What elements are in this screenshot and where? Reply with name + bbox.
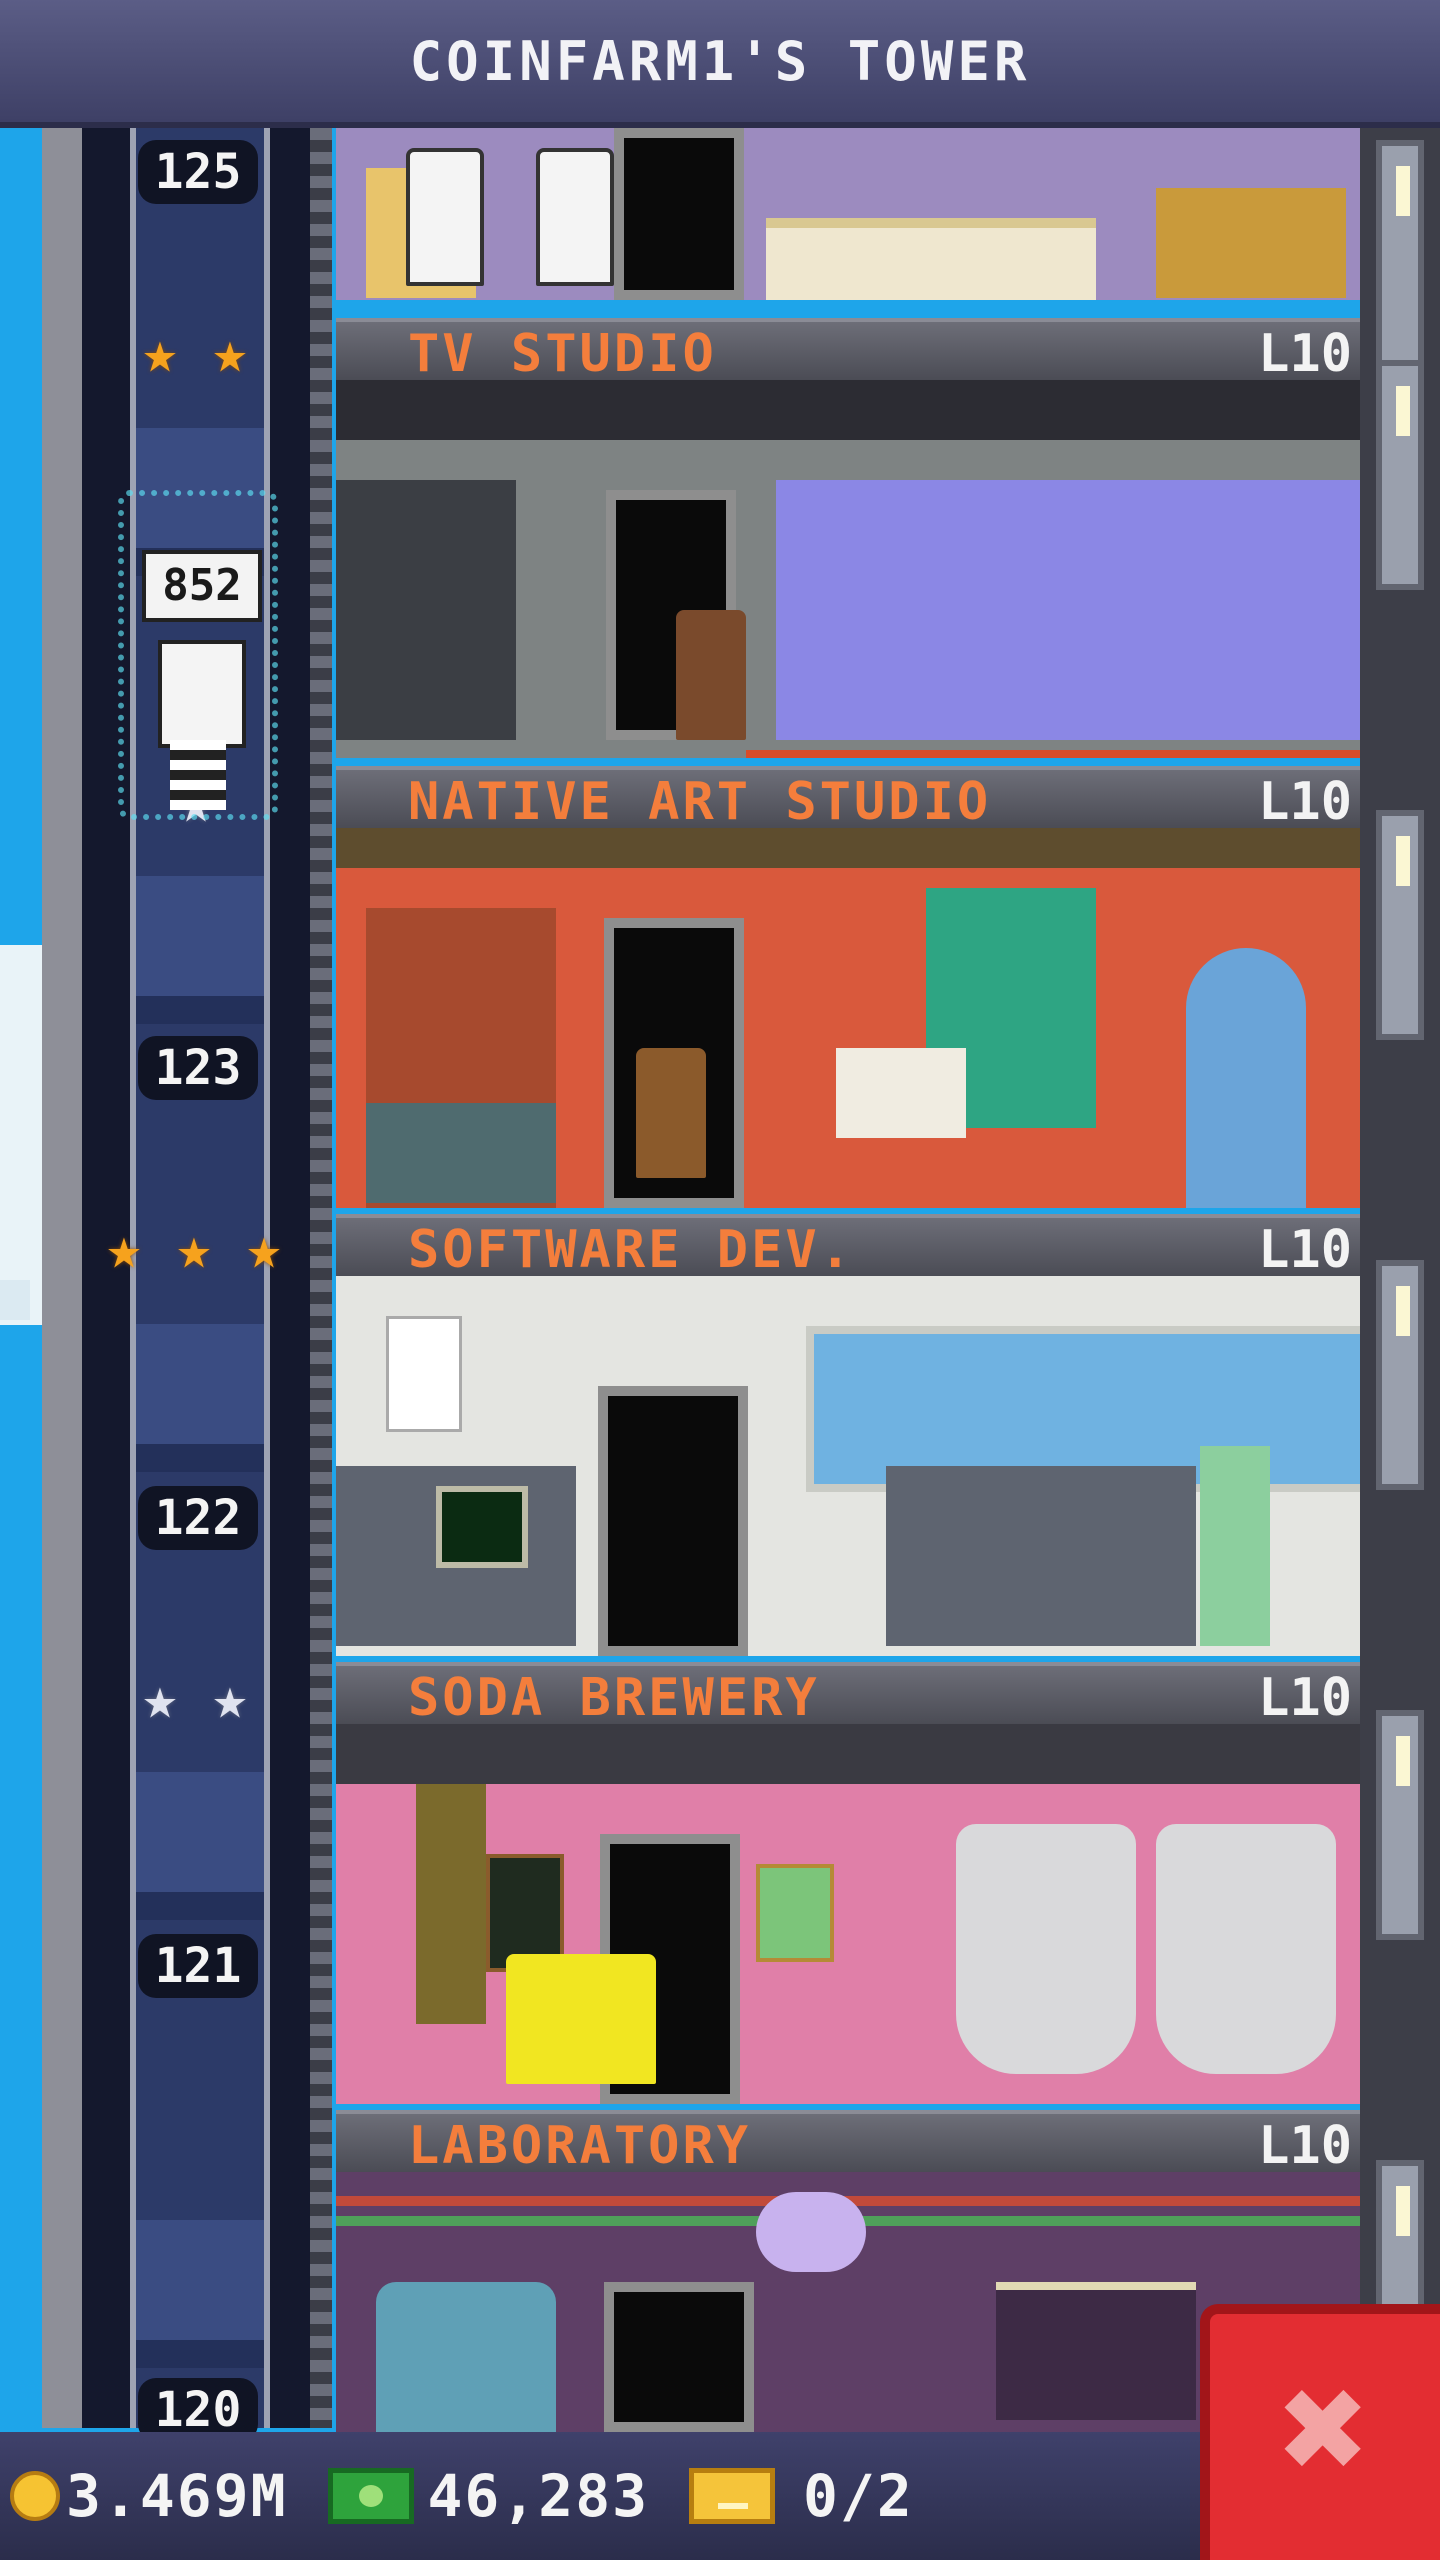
room-label-bar[interactable]: SODA BREWERY L10	[336, 1662, 1360, 1728]
filing-cabinet	[1200, 1446, 1270, 1646]
lab-drill	[756, 2192, 866, 2272]
floor-number: 122	[138, 1486, 258, 1550]
room-label-bar[interactable]: NATIVE ART STUDIO L10	[336, 766, 1360, 832]
elevator-door	[604, 2282, 754, 2432]
studio-set	[776, 480, 1360, 740]
sky-cloud-edge	[0, 1280, 30, 1320]
bitizen-chef[interactable]	[406, 148, 484, 286]
vip-ticket-icon	[689, 2468, 776, 2524]
tower-window	[1376, 1710, 1424, 1940]
floor-number: 121	[138, 1934, 258, 1998]
ceiling-lamps	[336, 1724, 1360, 1784]
sky-cloud	[0, 945, 42, 1325]
tower-window	[1376, 360, 1424, 590]
support-beam	[416, 1784, 486, 2024]
elevator-bitizen-body	[170, 740, 226, 810]
machine	[1156, 188, 1346, 298]
elevator-cable	[310, 128, 332, 2428]
elevator-door	[614, 128, 744, 300]
star-icon: ★	[212, 318, 248, 386]
calendar	[386, 1316, 462, 1432]
monitor	[436, 1486, 528, 1568]
elevator-door	[598, 1386, 748, 1656]
elevator-passenger-count: 852	[142, 550, 262, 622]
coin-icon	[10, 2471, 60, 2521]
bitizen[interactable]	[676, 610, 746, 740]
room-name: SOFTWARE DEV.	[408, 1220, 854, 1280]
bitizen-chef[interactable]	[536, 148, 614, 286]
stage-floor	[746, 750, 1360, 758]
lab-machine	[376, 2282, 556, 2432]
canvas	[836, 1048, 966, 1138]
tower-title-bar: COINFARM1'S TOWER	[0, 0, 1440, 128]
computer-desk	[886, 1466, 1196, 1646]
floor-rating: ★ ★	[130, 1668, 260, 1728]
poster	[756, 1864, 834, 1962]
floor-number: 123	[138, 1036, 258, 1100]
room-name: LABORATORY	[408, 2116, 752, 2176]
bux-value: 46,283	[427, 2462, 650, 2530]
brew-tank	[956, 1824, 1136, 2074]
room-label-bar[interactable]: TV STUDIO L10	[336, 318, 1360, 384]
star-icon: ★	[142, 318, 178, 386]
tower-window	[1376, 810, 1424, 1040]
room-tv-studio[interactable]	[336, 380, 1360, 758]
brew-tank	[1156, 1824, 1336, 2074]
drawer	[366, 1103, 556, 1203]
room-soda-brewery[interactable]	[336, 1724, 1360, 2104]
ceiling-beam	[336, 828, 1360, 868]
star-icon: ★	[142, 1664, 178, 1732]
coins-value: 3.469M	[66, 2462, 288, 2530]
room-level: L10	[1258, 772, 1352, 832]
elevator-bitizen	[158, 640, 246, 748]
floor-rating: ★ ★	[130, 322, 260, 382]
floor-number: 125	[138, 140, 258, 204]
elevator-car[interactable]: 852	[118, 490, 278, 820]
statue-alcove	[1186, 948, 1306, 1208]
room-name: NATIVE ART STUDIO	[408, 772, 992, 832]
bitizen-hazmat[interactable]	[506, 1954, 656, 2084]
lab-shelf	[996, 2282, 1196, 2420]
room-level: L10	[1258, 1668, 1352, 1728]
room-level: L10	[1258, 2116, 1352, 2176]
bux-counter[interactable]: 46,283	[327, 2462, 650, 2530]
floor-rating: ★ ★ ★	[94, 1218, 294, 1278]
tickets-value: 0/2	[803, 2462, 914, 2530]
tower-window	[1376, 140, 1424, 370]
room-name: TV STUDIO	[408, 324, 717, 384]
control-desk	[336, 480, 516, 740]
bux-icon	[327, 2468, 414, 2524]
coins-counter[interactable]: 3.469M	[10, 2462, 288, 2530]
room-native-art-studio[interactable]	[336, 828, 1360, 1208]
counter	[766, 218, 1096, 300]
room-name: SODA BREWERY	[408, 1668, 820, 1728]
room-label-bar[interactable]: LABORATORY L10	[336, 2110, 1360, 2176]
room-label-bar[interactable]: SOFTWARE DEV. L10	[336, 1214, 1360, 1280]
star-icon: ★	[176, 1214, 212, 1282]
lighting-rig	[336, 380, 1360, 440]
star-icon: ★	[212, 1664, 248, 1732]
star-icon: ★	[246, 1214, 282, 1282]
vip-ticket-counter[interactable]: 0/2	[689, 2462, 914, 2530]
room-level: L10	[1258, 1220, 1352, 1280]
bitizen[interactable]	[636, 1048, 706, 1178]
star-icon: ★	[106, 1214, 142, 1282]
close-button[interactable]: ✖	[1200, 2304, 1440, 2560]
room-chocolatier[interactable]	[336, 128, 1360, 300]
room-level: L10	[1258, 324, 1352, 384]
close-icon: ✖	[1279, 2342, 1371, 2516]
tower-title: COINFARM1'S TOWER	[409, 29, 1031, 93]
tower-window	[1376, 1260, 1424, 1490]
room-software-dev[interactable]	[336, 1276, 1360, 1656]
